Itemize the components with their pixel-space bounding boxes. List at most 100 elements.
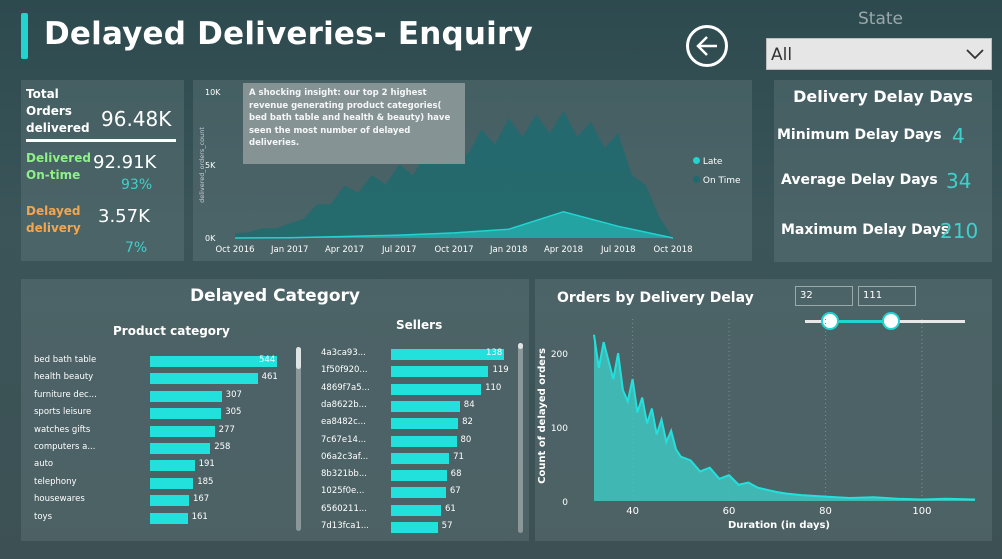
product-category-label: sports leisure [34, 407, 92, 418]
delay-ytick: 100 [551, 424, 568, 434]
seller-bar[interactable] [391, 418, 459, 430]
page-title: Delayed Deliveries- Enquiry [44, 16, 533, 52]
product-category-label: furniture dec... [34, 389, 97, 400]
orders-by-delay-chart: 40 60 80 100 200 100 0 Count of delayed orders D… [537, 319, 976, 531]
delayed-value: 3.57K [98, 206, 150, 227]
timeline-xtick: Jan 2017 [270, 245, 308, 255]
total-orders-label: Total Orders delivered [26, 87, 90, 135]
seller-label: 7c67e14... [321, 434, 367, 445]
seller-label: 6560211... [321, 503, 367, 514]
seller-bar[interactable] [391, 504, 441, 516]
delay-days-title: Delivery Delay Days [793, 87, 973, 106]
kpi-divider [26, 139, 176, 142]
timeline-xtick: Jan 2018 [489, 245, 527, 255]
seller-bar[interactable] [391, 366, 489, 378]
seller-bar[interactable] [391, 400, 460, 412]
seller-value: 110 [485, 382, 502, 393]
product-category-label: health beauty [34, 372, 94, 383]
ontime-percent: 93% [121, 177, 153, 193]
product-category-value: 161 [191, 511, 208, 522]
product-category-label: telephony [34, 476, 77, 487]
seller-label: ea8482c... [321, 417, 366, 428]
seller-value: 138 [486, 348, 503, 358]
product-category-bar[interactable] [150, 443, 211, 454]
sellers-scroll-thumb[interactable] [518, 343, 523, 349]
seller-bar[interactable] [391, 487, 446, 499]
seller-label: 7d13fca1... [321, 521, 370, 531]
seller-label: 06a2c3af... [321, 451, 369, 462]
seller-value: 67 [449, 486, 461, 497]
timeline-xtick: Apr 2018 [544, 245, 583, 255]
arrow-left-icon [696, 36, 717, 56]
product-category-label: watches gifts [34, 424, 91, 435]
seller-label: da8622b... [321, 399, 367, 410]
product-category-bar[interactable] [150, 390, 222, 402]
product-category-value: 307 [225, 389, 242, 400]
product-category-value: 185 [197, 476, 214, 487]
seller-value: 57 [441, 521, 453, 531]
timeline-xtick: Apr 2017 [325, 245, 364, 255]
seller-bar[interactable] [391, 522, 438, 533]
product-scrollbar[interactable] [296, 347, 301, 531]
legend-late-dot [693, 157, 700, 164]
state-filter-label: State [858, 9, 903, 29]
ontime-label: Delivered On-time [26, 151, 91, 182]
product-category-value: 277 [218, 424, 235, 435]
state-dropdown-value: All [771, 45, 793, 65]
product-category-bar[interactable] [150, 477, 194, 489]
legend-ontime: On Time [693, 176, 741, 186]
seller-value: 61 [444, 503, 456, 514]
max-delay-value: 210 [940, 219, 979, 243]
insight-tooltip: A shocking insight: our top 2 highest re… [243, 83, 465, 164]
product-category-bar[interactable] [150, 373, 258, 385]
chevron-down-icon [966, 49, 984, 60]
state-dropdown[interactable]: All [766, 38, 992, 70]
title-accent-bar [21, 13, 28, 59]
timeline-ylabel: delivered_orders_count [198, 127, 206, 203]
seller-value: 82 [462, 417, 473, 428]
seller-bar[interactable] [391, 452, 450, 464]
timeline-panel: 10K 5K 0K delivered_orders_count Oct 2016 Jan… [193, 80, 752, 261]
ontime-value: 92.91K [93, 152, 157, 173]
back-button[interactable] [686, 25, 728, 67]
product-category-bar[interactable] [150, 512, 188, 524]
timeline-xtick: Oct 2017 [434, 245, 473, 255]
seller-bar[interactable] [391, 383, 482, 395]
sellers-chart: 4a3ca93... 138 1f50f920... 119 4869f7a5... 11… [301, 279, 529, 541]
seller-label: 1025f0e... [321, 486, 365, 497]
delayed-label: Delayed delivery [26, 204, 81, 235]
avg-delay-label: Average Delay Days [781, 172, 938, 188]
seller-value: 80 [460, 434, 472, 445]
delay-xlabel: Duration (in days) [728, 520, 830, 531]
seller-label: 4a3ca93... [321, 348, 366, 358]
timeline-ytick: 10K [205, 88, 221, 97]
delay-xtick: 60 [723, 506, 736, 517]
delay-days-panel: Delivery Delay Days Minimum Delay Days 4… [774, 80, 992, 262]
legend-late-label: Late [702, 157, 723, 167]
product-category-label: computers a... [34, 442, 96, 452]
timeline-xtick: Oct 2018 [653, 245, 692, 255]
total-orders-value: 96.48K [101, 107, 172, 131]
delay-xtick: 40 [626, 506, 639, 517]
seller-label: 8b321bb... [321, 469, 367, 480]
delay-area [594, 334, 975, 501]
product-category-bar[interactable] [150, 425, 215, 437]
product-category-value: 544 [259, 355, 276, 365]
seller-bar[interactable] [391, 470, 447, 482]
sellers-scrollbar[interactable] [518, 343, 523, 533]
product-category-bar[interactable] [150, 356, 277, 367]
product-category-label: auto [34, 459, 54, 470]
seller-bar[interactable] [391, 435, 457, 447]
delay-xtick: 100 [912, 506, 931, 517]
legend-ontime-dot [693, 176, 700, 183]
min-delay-value: 4 [952, 124, 965, 148]
delayed-category-panel: Delayed Category Product category Seller… [21, 279, 529, 541]
product-category-bar[interactable] [150, 408, 222, 420]
max-delay-label: Maximum Delay Days [781, 222, 950, 238]
product-scroll-thumb[interactable] [296, 347, 301, 369]
seller-value: 84 [463, 399, 475, 410]
product-category-value: 191 [198, 459, 215, 470]
product-category-bar[interactable] [150, 460, 195, 472]
product-category-label: toys [34, 511, 52, 522]
product-category-bar[interactable] [150, 495, 189, 507]
